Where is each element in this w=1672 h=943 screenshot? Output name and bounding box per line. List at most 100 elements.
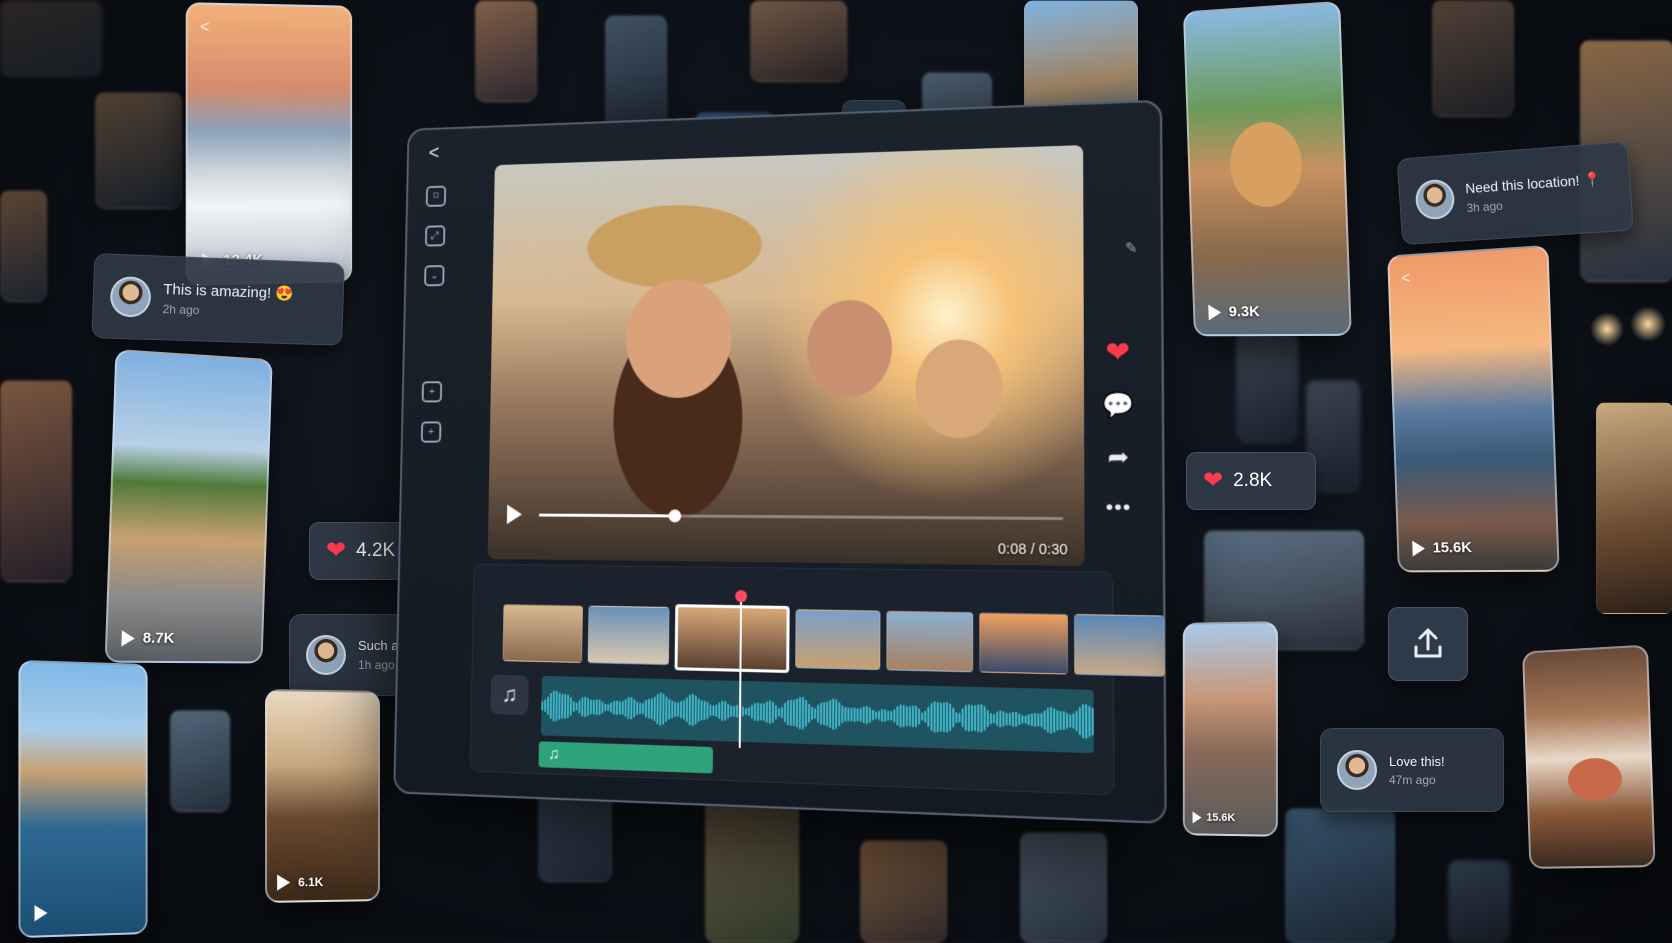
play-icon bbox=[277, 874, 291, 891]
bokeh-light bbox=[1630, 306, 1666, 342]
video-card-skater[interactable]: 8.7K bbox=[104, 349, 273, 664]
waveform-bar bbox=[914, 705, 918, 727]
comment-bubble[interactable]: Need this location! 📍 3h ago bbox=[1396, 141, 1634, 246]
waveform-bar bbox=[1065, 713, 1069, 729]
share-icon[interactable]: < bbox=[1401, 270, 1411, 288]
music-clip[interactable]: ♫ bbox=[538, 741, 713, 774]
waveform-bar bbox=[918, 708, 921, 725]
waveform-bar bbox=[832, 698, 835, 730]
waveform-bar bbox=[730, 705, 733, 717]
edit-icon[interactable]: ✎ bbox=[1125, 239, 1138, 257]
waveform-bar bbox=[724, 701, 727, 721]
waveform-bar bbox=[578, 700, 581, 714]
add-media-icon[interactable]: + bbox=[421, 381, 443, 403]
waveform-bar bbox=[706, 701, 709, 719]
like-count: 2.8K bbox=[1233, 470, 1273, 491]
waveform-bar bbox=[1091, 707, 1094, 736]
waveform-bar bbox=[986, 710, 989, 727]
audio-waveform[interactable] bbox=[540, 675, 1094, 754]
timeline-clip[interactable] bbox=[795, 609, 881, 671]
bokeh-light bbox=[1590, 312, 1624, 346]
waveform-bar bbox=[813, 708, 817, 719]
waveform-bar bbox=[970, 705, 974, 731]
waveform-bar bbox=[949, 703, 952, 732]
waveform-bar bbox=[566, 694, 570, 719]
timeline-clip[interactable] bbox=[1074, 613, 1165, 677]
comment-time: 2h ago bbox=[162, 302, 200, 318]
comment-bubble[interactable]: Love this! 47m ago bbox=[1320, 728, 1504, 812]
waveform-bar bbox=[977, 704, 980, 732]
waveform-bar bbox=[768, 700, 771, 724]
add-clip-icon[interactable]: + bbox=[420, 421, 442, 443]
waveform-bar bbox=[835, 699, 838, 729]
waveform-bar bbox=[659, 692, 662, 726]
waveform-bar bbox=[1018, 713, 1021, 725]
comment-bubble[interactable]: This is amazing! 😍 2h ago bbox=[91, 252, 345, 346]
waveform-bar bbox=[741, 706, 745, 717]
heart-icon[interactable]: ❤ bbox=[1105, 336, 1130, 368]
progress-knob[interactable] bbox=[668, 508, 682, 522]
video-card-food[interactable] bbox=[1522, 644, 1656, 869]
timeline-clip[interactable] bbox=[979, 612, 1068, 675]
waveform-bar bbox=[765, 701, 768, 723]
waveform-bar bbox=[992, 714, 996, 724]
view-count: 15.6K bbox=[1192, 811, 1235, 824]
timeline-clip[interactable] bbox=[587, 605, 670, 666]
music-icon[interactable]: ♫ bbox=[490, 674, 529, 716]
waveform-bar bbox=[983, 706, 986, 731]
share-icon[interactable]: < bbox=[200, 19, 209, 37]
playhead-handle[interactable] bbox=[735, 590, 748, 603]
waveform-bar bbox=[826, 701, 829, 726]
waveform-bar bbox=[677, 702, 680, 717]
share-icon[interactable]: ➦ bbox=[1107, 443, 1129, 471]
filter-icon[interactable]: ⌄ bbox=[424, 265, 445, 287]
timeline-clip[interactable] bbox=[886, 610, 974, 673]
waveform-bar bbox=[1011, 712, 1015, 727]
waveform-bar bbox=[927, 706, 930, 727]
waveform-bar bbox=[736, 704, 739, 718]
play-button[interactable] bbox=[506, 504, 523, 525]
like-count-pill[interactable]: ❤ 2.8K bbox=[1186, 452, 1316, 510]
waveform-bar bbox=[908, 706, 911, 727]
video-card-coffee[interactable]: 6.1K bbox=[265, 689, 380, 903]
waveform-bar bbox=[586, 698, 590, 716]
waveform-bar bbox=[563, 693, 567, 719]
play-icon bbox=[1208, 304, 1222, 320]
waveform-bar bbox=[615, 700, 618, 715]
playback-time: 0:08 / 0:30 bbox=[997, 540, 1068, 558]
more-icon[interactable]: ••• bbox=[1106, 496, 1132, 519]
waveform-bar bbox=[955, 712, 958, 723]
video-preview[interactable]: 0:08 / 0:30 bbox=[487, 145, 1085, 567]
back-button[interactable]: < bbox=[428, 143, 439, 165]
waveform-bar bbox=[887, 710, 890, 721]
video-card-street[interactable]: 15.6K bbox=[1182, 621, 1278, 837]
crop-icon[interactable]: ⌑ bbox=[425, 185, 447, 207]
waveform-bar bbox=[1075, 710, 1078, 732]
chevron-right-icon[interactable]: › bbox=[1096, 633, 1102, 652]
progress-bar[interactable] bbox=[538, 508, 1064, 522]
resize-icon[interactable]: ⤢ bbox=[424, 225, 446, 247]
avatar bbox=[1414, 178, 1456, 221]
video-card-dog[interactable]: 9.3K bbox=[1182, 0, 1352, 337]
player-controls bbox=[506, 504, 1064, 529]
waveform-bar bbox=[868, 707, 871, 723]
timeline-clip-selected[interactable] bbox=[674, 604, 790, 674]
waveform-bar bbox=[753, 702, 757, 721]
waveform-bar bbox=[964, 705, 967, 731]
waveform-bar bbox=[641, 702, 645, 715]
waveform-bar bbox=[807, 703, 811, 723]
video-card-sunset[interactable]: < 15.6K bbox=[1387, 244, 1560, 573]
waveform-bar bbox=[636, 701, 639, 715]
waveform-bar bbox=[662, 693, 665, 725]
waveform-bar bbox=[877, 710, 881, 720]
video-card-coast[interactable] bbox=[18, 659, 148, 939]
bg-video-tile bbox=[705, 790, 799, 943]
upload-button[interactable] bbox=[1388, 607, 1468, 681]
bg-video-tile bbox=[605, 15, 667, 127]
video-card-santorini[interactable]: < 12.4K bbox=[185, 2, 353, 286]
comment-icon[interactable]: 💬 bbox=[1102, 392, 1134, 420]
timeline-clip[interactable] bbox=[502, 604, 583, 663]
waveform-bar bbox=[899, 704, 902, 728]
waveform-bar bbox=[780, 707, 783, 718]
waveform-bar bbox=[572, 701, 575, 712]
